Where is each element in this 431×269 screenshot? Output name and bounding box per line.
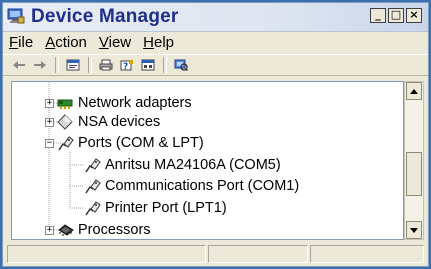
view-icon xyxy=(141,59,155,71)
menu-action[interactable]: Action xyxy=(45,34,87,51)
toolbar-separator xyxy=(88,57,92,73)
forward-button[interactable] xyxy=(30,56,50,74)
maximize-button[interactable]: □ xyxy=(388,8,404,23)
minimize-icon: _ xyxy=(375,8,381,21)
menu-file[interactable]: File xyxy=(9,34,33,51)
help-icon: ? xyxy=(120,60,133,71)
expand-toggle[interactable]: + xyxy=(45,225,54,235)
device-manager-window: Device Manager _ □ × File Action View He… xyxy=(2,2,429,267)
forward-icon xyxy=(34,61,46,69)
scroll-down-button[interactable] xyxy=(406,221,422,239)
tree-item-label: Processors xyxy=(78,222,151,238)
help-button[interactable]: ? xyxy=(117,56,137,74)
toolbar-separator xyxy=(163,57,167,73)
back-button[interactable] xyxy=(9,56,29,74)
tree-item-processors[interactable]: + Processors xyxy=(45,220,151,239)
vertical-scrollbar[interactable] xyxy=(404,81,424,240)
port-connector-icon xyxy=(85,179,101,194)
expand-toggle[interactable]: + xyxy=(45,98,54,108)
properties-button[interactable] xyxy=(63,56,83,74)
scan-hardware-button[interactable] xyxy=(171,56,191,74)
maximize-icon: □ xyxy=(390,8,402,21)
tree-item-ports[interactable]: − Ports (COM & LPT) xyxy=(45,133,204,153)
scan-hardware-icon xyxy=(174,59,188,71)
svg-text:?: ? xyxy=(123,62,128,71)
title-bar[interactable]: Device Manager _ □ × xyxy=(3,3,428,32)
port-connector-icon xyxy=(58,136,74,151)
scroll-up-button[interactable] xyxy=(406,82,422,100)
scroll-down-icon xyxy=(410,227,418,233)
toolbar: ? xyxy=(3,54,428,76)
tree-item-label: Ports (COM & LPT) xyxy=(78,135,204,151)
tree-item-printer-port[interactable]: Printer Port (LPT1) xyxy=(84,198,227,218)
menu-help[interactable]: Help xyxy=(143,34,174,51)
window-title: Device Manager xyxy=(31,6,179,27)
close-button[interactable]: × xyxy=(406,8,422,23)
tree-item-label: Anritsu MA24106A (COM5) xyxy=(105,157,281,173)
status-pane-3 xyxy=(309,245,424,263)
diamond-device-icon xyxy=(57,114,73,130)
tree-item-communications-port[interactable]: Communications Port (COM1) xyxy=(84,176,299,196)
tree-item-label: Network adapters xyxy=(78,95,192,111)
status-pane-1 xyxy=(7,245,207,263)
print-button[interactable] xyxy=(96,56,116,74)
minimize-button[interactable]: _ xyxy=(370,8,386,23)
scroll-thumb[interactable] xyxy=(406,152,422,196)
device-manager-icon xyxy=(7,8,25,24)
device-tree[interactable]: + Network adapters + NSA devices − Ports… xyxy=(11,81,404,240)
menu-bar: File Action View Help xyxy=(3,32,428,52)
tree-item-network-adapters[interactable]: + Network adapters xyxy=(45,93,192,113)
status-pane-2 xyxy=(208,245,308,263)
properties-icon xyxy=(66,59,80,71)
tree-item-anritsu[interactable]: Anritsu MA24106A (COM5) xyxy=(84,155,281,175)
menu-view[interactable]: View xyxy=(99,34,131,51)
expand-toggle[interactable]: + xyxy=(45,117,54,127)
processor-chip-icon xyxy=(58,224,74,236)
tree-item-label: Communications Port (COM1) xyxy=(105,178,300,194)
tree-item-label: NSA devices xyxy=(78,114,161,130)
port-connector-icon xyxy=(85,158,101,173)
port-connector-icon xyxy=(85,201,101,216)
tree-item-label: Printer Port (LPT1) xyxy=(105,200,227,216)
tree-item-nsa-devices[interactable]: + NSA devices xyxy=(45,112,160,132)
print-icon xyxy=(99,59,113,71)
collapse-toggle[interactable]: − xyxy=(45,138,54,148)
view-button[interactable] xyxy=(138,56,158,74)
scroll-up-icon xyxy=(410,88,418,94)
back-icon xyxy=(13,61,25,69)
network-adapter-icon xyxy=(57,99,73,109)
close-icon: × xyxy=(409,8,419,21)
status-bar xyxy=(3,245,428,265)
toolbar-separator xyxy=(55,57,59,73)
